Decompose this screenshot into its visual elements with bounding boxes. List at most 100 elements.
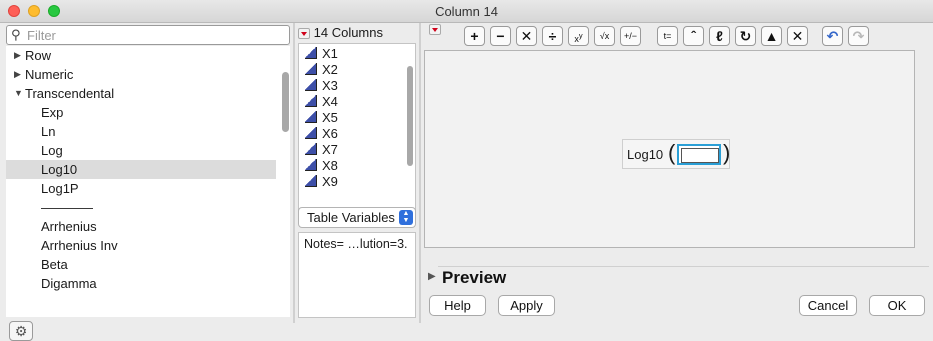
function-item-label: Log10: [41, 162, 78, 177]
continuous-column-icon: [305, 143, 317, 155]
function-separator: ————: [6, 198, 276, 217]
peel-icon[interactable]: ▲: [761, 26, 782, 46]
panel-splitter[interactable]: [419, 23, 421, 323]
preview-divider: [438, 266, 929, 267]
function-item-label: Digamma: [41, 276, 97, 291]
column-item[interactable]: X8: [305, 158, 338, 174]
column-item[interactable]: X1: [305, 46, 338, 62]
cancel-button[interactable]: Cancel: [799, 295, 857, 316]
formula-canvas[interactable]: Log10 ( ): [424, 50, 915, 248]
column-item[interactable]: X9: [305, 174, 338, 190]
function-item-label: Arrhenius: [41, 219, 97, 234]
columns-header: 14 Columns: [298, 25, 383, 41]
continuous-column-icon: [305, 63, 317, 75]
function-category-row[interactable]: ▶ Row: [6, 46, 276, 65]
function-item-label: Beta: [41, 257, 68, 272]
table-variables-select[interactable]: Table Variables ▲ ▼: [298, 207, 416, 228]
continuous-column-icon: [305, 175, 317, 187]
disclosure-right-icon[interactable]: ▶: [14, 46, 21, 65]
function-category-label: Numeric: [25, 67, 74, 82]
red-triangle-menu-icon[interactable]: [429, 24, 441, 35]
column-list-scrollbar[interactable]: [407, 66, 413, 166]
disclosure-right-icon[interactable]: ▶: [14, 65, 21, 84]
column-name: X8: [322, 158, 338, 173]
function-item-label: Log: [41, 143, 63, 158]
select-stepper-icon: ▲ ▼: [399, 210, 413, 225]
column-item[interactable]: X5: [305, 110, 338, 126]
gear-icon[interactable]: ⚙: [9, 321, 33, 341]
plus-minus-icon[interactable]: +/−: [620, 26, 641, 46]
open-paren: (: [668, 140, 676, 165]
red-triangle-menu-icon[interactable]: [298, 28, 310, 40]
continuous-column-icon: [305, 47, 317, 59]
column-item[interactable]: X3: [305, 78, 338, 94]
delete-icon[interactable]: ✕: [787, 26, 808, 46]
formula-function-name: Log10: [627, 147, 664, 162]
table-variables-selected: Table Variables: [307, 210, 395, 225]
function-item-log[interactable]: Log: [6, 141, 276, 160]
close-paren: ): [723, 140, 731, 165]
columns-count-label: 14 Columns: [313, 25, 383, 40]
function-item-log1p[interactable]: Log1P: [6, 179, 276, 198]
function-list: ▶ Row ▶ Numeric ▼ Transcendental Exp Ln …: [6, 46, 290, 317]
column-name: X5: [322, 110, 338, 125]
preview-label: Preview: [442, 268, 507, 287]
window-title: Column 14: [435, 4, 498, 19]
divide-icon[interactable]: ÷: [542, 26, 563, 46]
function-item-digamma[interactable]: Digamma: [6, 274, 276, 293]
table-variables-content: Notes= …lution=3.: [304, 237, 408, 251]
filter-box[interactable]: ⚲: [6, 25, 290, 45]
columns-panel: 14 Columns X1 X2 X3 X4 X5 X6 X7 X8 X9 Ta…: [296, 23, 418, 323]
column-name: X7: [322, 142, 338, 157]
column-name: X2: [322, 62, 338, 77]
function-category-transcendental[interactable]: ▼ Transcendental: [6, 84, 276, 103]
function-item-arrhenius[interactable]: Arrhenius: [6, 217, 276, 236]
help-button[interactable]: Help: [429, 295, 486, 316]
column-item[interactable]: X6: [305, 126, 338, 142]
table-variables-box: Notes= …lution=3.: [298, 232, 416, 318]
column-name: X6: [322, 126, 338, 141]
function-item-label: Log1P: [41, 181, 79, 196]
subtract-icon[interactable]: −: [490, 26, 511, 46]
redo-icon: ↷: [848, 26, 869, 46]
function-list-scrollbar[interactable]: [282, 72, 289, 132]
formula-expression[interactable]: Log10 ( ): [622, 139, 730, 169]
filter-input[interactable]: [25, 27, 285, 43]
continuous-column-icon: [305, 159, 317, 171]
continuous-column-icon: [305, 79, 317, 91]
panel-splitter[interactable]: [293, 23, 295, 323]
assign-icon[interactable]: t=: [657, 26, 678, 46]
function-item-beta[interactable]: Beta: [6, 255, 276, 274]
column-name: X4: [322, 94, 338, 109]
add-icon[interactable]: +: [464, 26, 485, 46]
multiply-icon[interactable]: ✕: [516, 26, 537, 46]
column-name: X1: [322, 46, 338, 61]
continuous-column-icon: [305, 127, 317, 139]
function-item-exp[interactable]: Exp: [6, 103, 276, 122]
function-item-arrhenius-inv[interactable]: Arrhenius Inv: [6, 236, 276, 255]
column-name: X9: [322, 174, 338, 189]
column-item[interactable]: X4: [305, 94, 338, 110]
swap-icon[interactable]: ↻: [735, 26, 756, 46]
undo-icon[interactable]: ↶: [822, 26, 843, 46]
caret-icon[interactable]: ˆ: [683, 26, 704, 46]
ok-button[interactable]: OK: [869, 295, 925, 316]
column-item[interactable]: X7: [305, 142, 338, 158]
function-category-numeric[interactable]: ▶ Numeric: [6, 65, 276, 84]
function-category-label: Transcendental: [25, 86, 115, 101]
function-item-label: Ln: [41, 124, 56, 139]
disclosure-down-icon[interactable]: ▼: [14, 84, 23, 103]
root-icon[interactable]: √x: [594, 26, 615, 46]
local-variable-icon[interactable]: ℓ: [709, 26, 730, 46]
preview-section[interactable]: ▶ Preview: [424, 265, 929, 289]
disclosure-right-icon[interactable]: ▶: [428, 271, 436, 282]
continuous-column-icon: [305, 111, 317, 123]
function-item-ln[interactable]: Ln: [6, 122, 276, 141]
power-icon[interactable]: xy: [568, 26, 589, 46]
formula-argument-slot[interactable]: [677, 144, 721, 165]
column-item[interactable]: X2: [305, 62, 338, 78]
function-item-log10[interactable]: Log10: [6, 160, 276, 179]
continuous-column-icon: [305, 95, 317, 107]
column-name: X3: [322, 78, 338, 93]
apply-button[interactable]: Apply: [498, 295, 555, 316]
